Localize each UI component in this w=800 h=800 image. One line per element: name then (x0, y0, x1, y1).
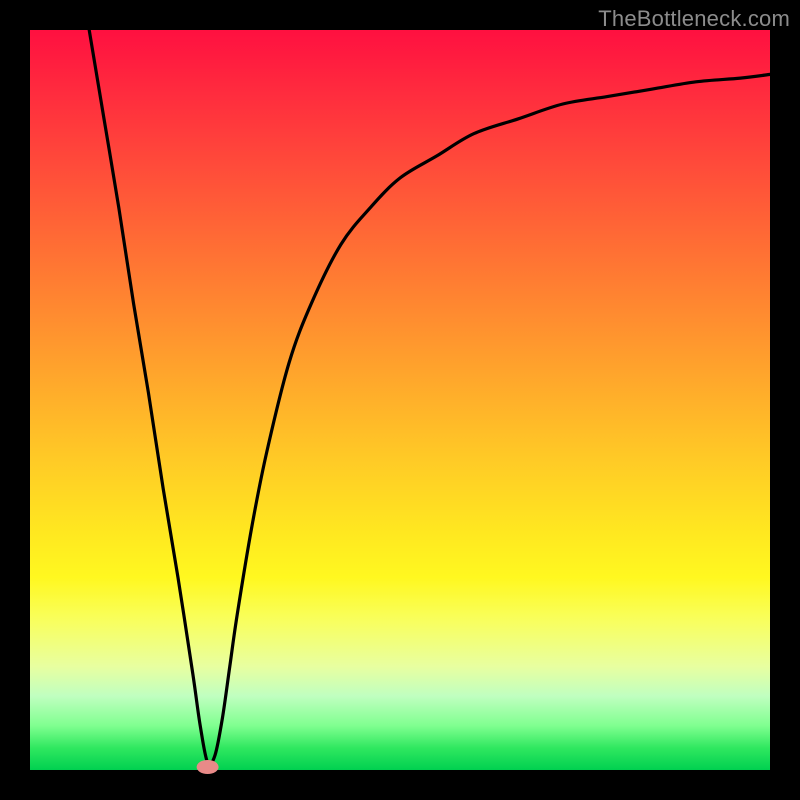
bottleneck-curve (89, 30, 770, 765)
watermark-text: TheBottleneck.com (598, 6, 790, 32)
chart-svg (30, 30, 770, 770)
chart-frame: TheBottleneck.com (0, 0, 800, 800)
plot-area (30, 30, 770, 770)
minimum-marker (197, 760, 219, 774)
